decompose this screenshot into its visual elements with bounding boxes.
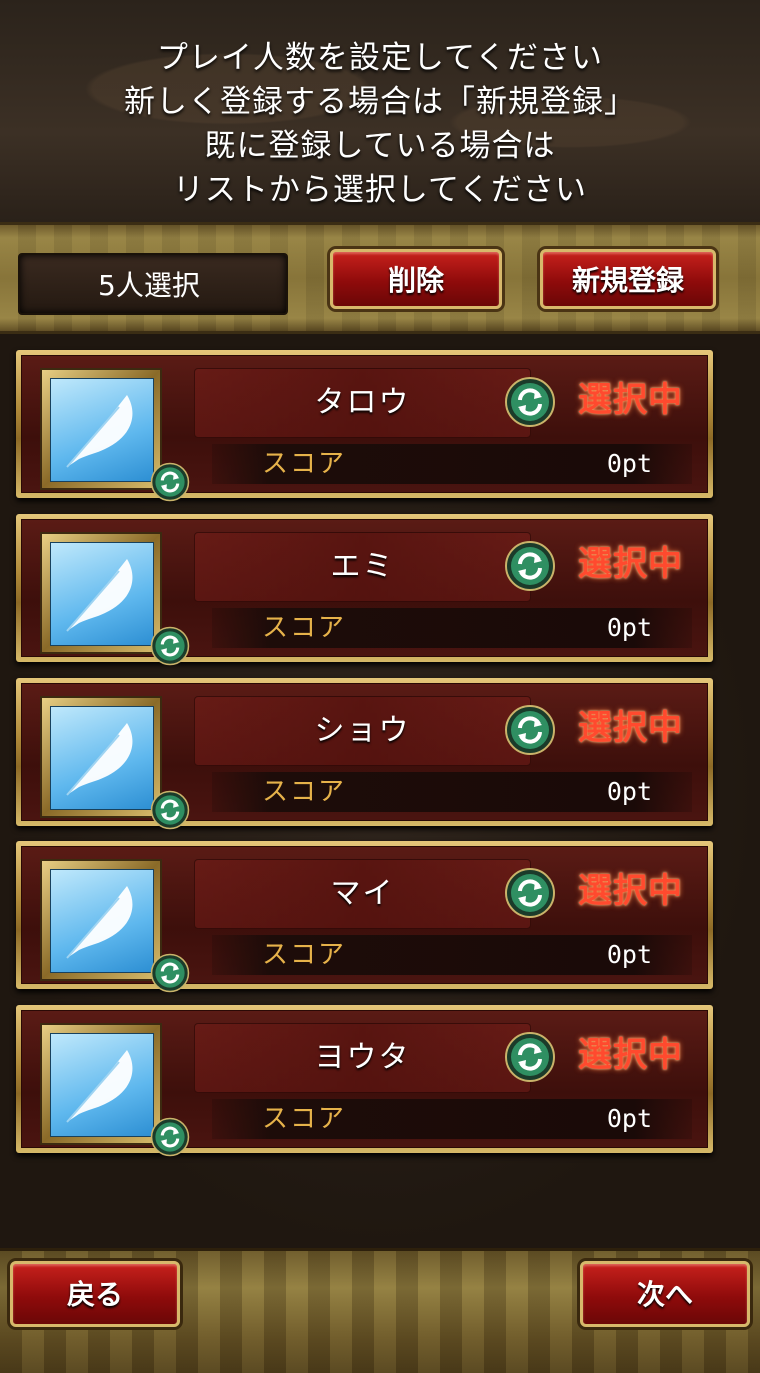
new-register-button[interactable]: 新規登録 bbox=[540, 249, 716, 309]
status-badge: 選択中 bbox=[578, 380, 683, 420]
refresh-name-icon[interactable] bbox=[504, 867, 556, 919]
score-row: スコア 0pt bbox=[212, 1099, 692, 1139]
player-card[interactable]: タロウ 選択中スコア 0pt bbox=[16, 350, 713, 502]
avatar-frame[interactable] bbox=[40, 859, 190, 993]
header: プレイ人数を設定してください 新しく登録する場合は「新規登録」 既に登録している… bbox=[0, 0, 760, 222]
refresh-name-icon[interactable] bbox=[504, 540, 556, 592]
player-list: タロウ 選択中 スコア 0pt エミ 選択中 スコア 0pt ショウ 選択中 スコア 0pt マイ 選択中… bbox=[0, 334, 760, 1250]
refresh-avatar-icon[interactable] bbox=[150, 1117, 190, 1157]
avatar bbox=[50, 1033, 154, 1137]
status-badge: 選択中 bbox=[578, 708, 683, 748]
refresh-name-icon[interactable] bbox=[504, 704, 556, 756]
toolbar: 5人選択 削除 新規登録 bbox=[0, 222, 760, 334]
avatar bbox=[50, 542, 154, 646]
footer: 戻る 次へ bbox=[0, 1248, 760, 1373]
selected-count: 5人選択 bbox=[18, 253, 288, 315]
refresh-avatar-icon[interactable] bbox=[150, 790, 190, 830]
player-card-body: ヨウタ 選択中スコア 0pt bbox=[21, 1010, 708, 1157]
status-badge: 選択中 bbox=[578, 1035, 683, 1075]
player-card-body: エミ 選択中スコア 0pt bbox=[21, 519, 708, 666]
avatar-frame[interactable] bbox=[40, 368, 190, 502]
refresh-avatar-icon[interactable] bbox=[150, 626, 190, 666]
player-card[interactable]: マイ 選択中スコア 0pt bbox=[16, 841, 713, 993]
score-value: 0pt bbox=[606, 1104, 652, 1133]
score-value: 0pt bbox=[606, 449, 652, 478]
player-name[interactable]: ヨウタ bbox=[194, 1023, 531, 1093]
score-value: 0pt bbox=[606, 613, 652, 642]
avatar bbox=[50, 378, 154, 482]
score-label: スコア bbox=[262, 1104, 347, 1134]
avatar bbox=[50, 706, 154, 810]
instruction-line: プレイ人数を設定してください bbox=[156, 40, 604, 76]
avatar-frame[interactable] bbox=[40, 696, 190, 830]
avatar bbox=[50, 869, 154, 973]
player-card[interactable]: エミ 選択中スコア 0pt bbox=[16, 514, 713, 666]
avatar-frame[interactable] bbox=[40, 532, 190, 666]
instruction-line: 新しく登録する場合は「新規登録」 bbox=[124, 84, 636, 120]
player-card-body: ショウ 選択中スコア 0pt bbox=[21, 683, 708, 830]
avatar-frame[interactable] bbox=[40, 1023, 190, 1157]
status-badge: 選択中 bbox=[578, 544, 683, 584]
back-button[interactable]: 戻る bbox=[10, 1261, 180, 1327]
refresh-name-icon[interactable] bbox=[504, 1031, 556, 1083]
score-row: スコア 0pt bbox=[212, 772, 692, 812]
score-label: スコア bbox=[262, 449, 347, 479]
score-value: 0pt bbox=[606, 777, 652, 806]
score-label: スコア bbox=[262, 777, 347, 807]
player-name[interactable]: マイ bbox=[194, 859, 531, 929]
next-button[interactable]: 次へ bbox=[580, 1261, 750, 1327]
instruction-text: プレイ人数を設定してください 新しく登録する場合は「新規登録」 既に登録している… bbox=[0, 36, 760, 212]
player-card[interactable]: ショウ 選択中スコア 0pt bbox=[16, 678, 713, 830]
instruction-line: 既に登録している場合は bbox=[204, 128, 556, 164]
score-label: スコア bbox=[262, 940, 347, 970]
player-card[interactable]: ヨウタ 選択中スコア 0pt bbox=[16, 1005, 713, 1157]
player-name[interactable]: ショウ bbox=[194, 696, 531, 766]
player-card-body: マイ 選択中スコア 0pt bbox=[21, 846, 708, 993]
refresh-avatar-icon[interactable] bbox=[150, 953, 190, 993]
player-name[interactable]: エミ bbox=[194, 532, 531, 602]
player-name[interactable]: タロウ bbox=[194, 368, 531, 438]
refresh-avatar-icon[interactable] bbox=[150, 462, 190, 502]
score-value: 0pt bbox=[606, 940, 652, 969]
delete-button[interactable]: 削除 bbox=[330, 249, 502, 309]
player-card-body: タロウ 選択中スコア 0pt bbox=[21, 355, 708, 502]
score-label: スコア bbox=[262, 613, 347, 643]
status-badge: 選択中 bbox=[578, 871, 683, 911]
refresh-name-icon[interactable] bbox=[504, 376, 556, 428]
score-row: スコア 0pt bbox=[212, 444, 692, 484]
score-row: スコア 0pt bbox=[212, 608, 692, 648]
score-row: スコア 0pt bbox=[212, 935, 692, 975]
instruction-line: リストから選択してください bbox=[172, 172, 588, 208]
